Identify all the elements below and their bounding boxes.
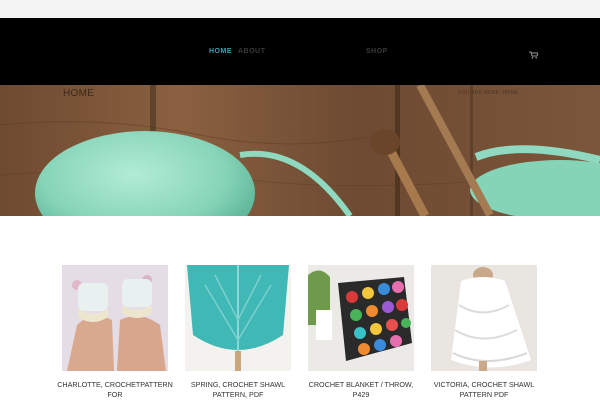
product-title[interactable]: SPRING, CROCHET SHAWL PATTERN, PDF [179,380,297,400]
product-title[interactable]: VICTORIA, CROCHET SHAWL PATTERN PDF [425,380,543,400]
product-image-turquoise-shawl[interactable] [185,265,291,371]
product-title[interactable]: CHARLOTTE, CROCHETPATTERN FOR [56,380,174,400]
product-image-lace-cuffs[interactable] [62,265,168,371]
product-image-hexagon-blanket[interactable] [308,265,414,371]
hero-title: HOME [63,88,95,99]
breadcrumb: YOU ARE HERE: HOME [458,90,519,96]
nav-home-link[interactable]: HOME [209,48,232,55]
main-navbar: HOME ABOUT SHOP [0,18,600,85]
hero-banner: HOME YOU ARE HERE: HOME [0,85,600,216]
product-card[interactable]: VICTORIA, CROCHET SHAWL PATTERN PDF [431,265,537,399]
shopping-cart-icon[interactable] [529,46,539,59]
product-title[interactable]: CROCHET BLANKET / THROW, P429 [302,380,420,400]
top-strip [0,0,600,18]
product-card[interactable]: CHARLOTTE, CROCHETPATTERN FOR [57,265,173,399]
product-image-white-shawl[interactable] [431,265,537,371]
product-card[interactable]: CROCHET BLANKET / THROW, P429 [308,265,414,399]
nav-about-link[interactable]: ABOUT [238,48,265,55]
product-card[interactable]: SPRING, CROCHET SHAWL PATTERN, PDF [185,265,291,399]
nav-shop-link[interactable]: SHOP [366,48,388,55]
yarn-and-needles-photo [0,85,600,216]
